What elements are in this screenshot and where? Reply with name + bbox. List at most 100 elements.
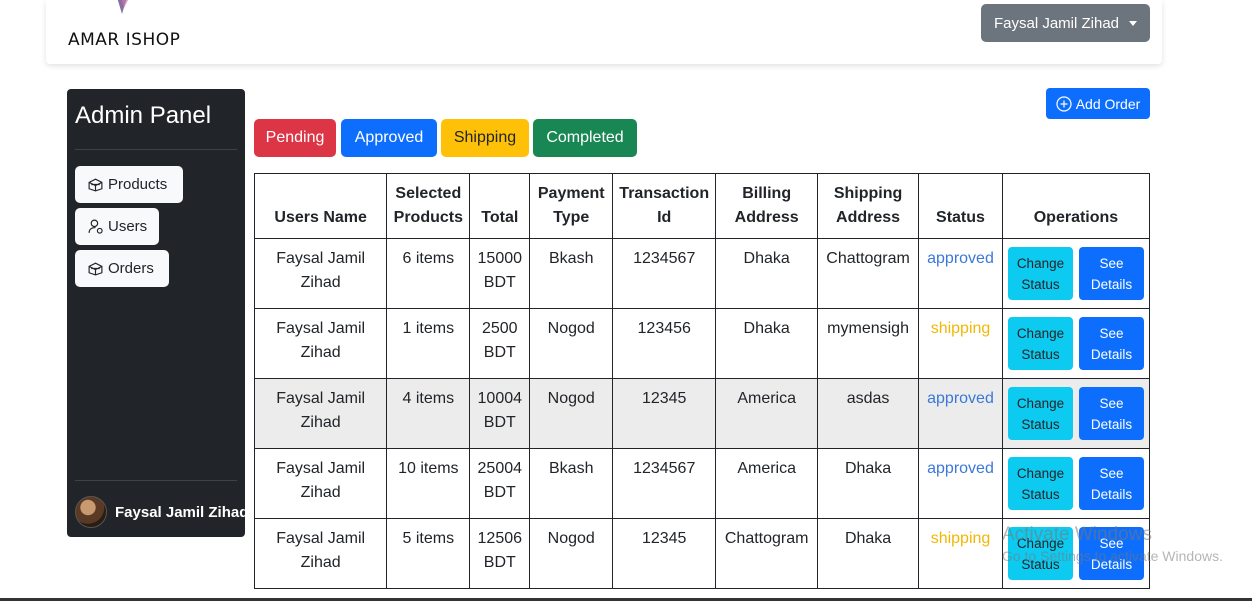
cell-total: 10004 BDT: [469, 378, 531, 449]
change-status-button[interactable]: Change Status: [1007, 457, 1073, 510]
user-menu-dropdown[interactable]: Faysal Jamil Zihad: [981, 4, 1150, 42]
filter-label: Pending: [265, 129, 325, 146]
table-row: Faysal Jamil Zihad 1 items 2500 BDT Nogo…: [253, 308, 1151, 379]
cell-billing: Chattogram: [715, 518, 819, 589]
cell-billing: America: [715, 378, 819, 449]
cell-shipping: mymensigh: [817, 308, 920, 379]
column-header: Transaction Id: [612, 173, 717, 239]
see-details-button[interactable]: See Details: [1078, 317, 1144, 370]
brand[interactable]: AMAR ISHOP: [68, 0, 181, 56]
filter-label: Shipping: [453, 129, 517, 146]
cell-total: 15000 BDT: [469, 238, 531, 309]
cell-operations: Change Status See Details: [1001, 448, 1151, 519]
activate-windows-title: Activate Windows: [1002, 524, 1152, 545]
add-order-label: Add Order: [1075, 95, 1141, 112]
sidebar-item-products[interactable]: Products: [75, 166, 183, 203]
column-header: Shipping Address: [817, 173, 920, 239]
cell-payment: Nogod: [529, 378, 614, 449]
sidebar-item-users[interactable]: Users: [75, 208, 159, 245]
sidebar-title: Admin Panel: [75, 102, 212, 129]
add-order-button[interactable]: Add Order: [1046, 88, 1150, 119]
cell-shipping: Dhaka: [817, 448, 920, 519]
sidebar: Admin Panel Products Users Orders Faysal…: [67, 89, 248, 537]
cell-products: 5 items: [386, 518, 471, 589]
cell-transaction: 12345: [612, 378, 717, 449]
status-badge: approved: [918, 238, 1003, 309]
column-header: Users Name: [253, 173, 388, 239]
filter-label: Completed: [546, 129, 624, 146]
cell-transaction: 123456: [612, 308, 717, 379]
activate-windows-subtitle: Go to Settings to activate Windows.: [1002, 548, 1223, 564]
cell-payment: Bkash: [529, 238, 614, 309]
cell-transaction: 1234567: [612, 238, 717, 309]
filter-completed-button[interactable]: Completed: [533, 119, 637, 157]
filter-pending-button[interactable]: Pending: [254, 119, 336, 157]
cell-payment: Nogod: [529, 518, 614, 589]
table-row: Faysal Jamil Zihad 10 items 25004 BDT Bk…: [253, 448, 1151, 519]
cell-shipping: asdas: [817, 378, 920, 449]
cell-products: 10 items: [386, 448, 471, 519]
box-icon: [88, 178, 103, 192]
see-details-button[interactable]: See Details: [1078, 457, 1144, 510]
cell-billing: America: [715, 448, 819, 519]
table-header-row: Users Name Selected Products Total Payme…: [253, 173, 1151, 239]
cell-payment: Bkash: [529, 448, 614, 519]
sidebar-user-name: Faysal Jamil Zihad: [115, 503, 249, 521]
sidebar-item-orders[interactable]: Orders: [75, 250, 169, 287]
cell-total: 2500 BDT: [469, 308, 531, 379]
sidebar-item-label: Users: [108, 218, 148, 235]
cell-user-name: Faysal Jamil Zihad: [253, 238, 388, 309]
cell-shipping: Chattogram: [817, 238, 920, 309]
column-header: Payment Type: [529, 173, 614, 239]
cell-transaction: 1234567: [612, 448, 717, 519]
cell-user-name: Faysal Jamil Zihad: [253, 308, 388, 379]
cell-products: 6 items: [386, 238, 471, 309]
avatar: [75, 496, 107, 528]
caret-down-icon: [1129, 20, 1138, 26]
cell-total: 12506 BDT: [469, 518, 531, 589]
cell-operations: Change Status See Details: [1001, 378, 1151, 449]
see-details-button[interactable]: See Details: [1078, 247, 1144, 300]
cell-products: 4 items: [386, 378, 471, 449]
plus-circle-icon: [1056, 95, 1072, 112]
column-header: Status: [918, 173, 1003, 239]
column-header: Billing Address: [715, 173, 819, 239]
sidebar-divider: [75, 149, 237, 150]
change-status-button[interactable]: Change Status: [1007, 247, 1073, 300]
status-badge: shipping: [918, 308, 1003, 379]
table-row: Faysal Jamil Zihad 4 items 10004 BDT Nog…: [253, 378, 1151, 449]
sidebar-divider: [75, 480, 237, 481]
cell-user-name: Faysal Jamil Zihad: [253, 378, 388, 449]
column-header: Selected Products: [386, 173, 471, 239]
cell-operations: Change Status See Details: [1001, 308, 1151, 379]
status-badge: shipping: [918, 518, 1003, 589]
cell-billing: Dhaka: [715, 308, 819, 379]
sidebar-item-label: Products: [108, 176, 168, 193]
filter-approved-button[interactable]: Approved: [341, 119, 437, 157]
cell-billing: Dhaka: [715, 238, 819, 309]
cell-payment: Nogod: [529, 308, 614, 379]
sidebar-item-label: Orders: [108, 260, 154, 277]
brand-logo-icon: [117, 0, 128, 14]
filter-shipping-button[interactable]: Shipping: [441, 119, 529, 157]
status-badge: approved: [918, 448, 1003, 519]
user-gear-icon: [88, 219, 103, 234]
change-status-button[interactable]: Change Status: [1007, 387, 1073, 440]
brand-name: AMAR ISHOP: [68, 30, 181, 50]
column-header: Total: [469, 173, 531, 239]
cell-shipping: Dhaka: [817, 518, 920, 589]
cell-user-name: Faysal Jamil Zihad: [253, 518, 388, 589]
cell-products: 1 items: [386, 308, 471, 379]
cell-transaction: 12345: [612, 518, 717, 589]
see-details-button[interactable]: See Details: [1078, 387, 1144, 440]
filter-label: Approved: [354, 129, 424, 146]
cell-operations: Change Status See Details: [1001, 238, 1151, 309]
cell-total: 25004 BDT: [469, 448, 531, 519]
sidebar-user[interactable]: Faysal Jamil Zihad: [75, 496, 248, 528]
table-row: Faysal Jamil Zihad 6 items 15000 BDT Bka…: [253, 238, 1151, 309]
column-header: Operations: [1001, 173, 1151, 239]
box-icon: [88, 262, 103, 276]
change-status-button[interactable]: Change Status: [1007, 317, 1073, 370]
cell-user-name: Faysal Jamil Zihad: [253, 448, 388, 519]
status-badge: approved: [918, 378, 1003, 449]
